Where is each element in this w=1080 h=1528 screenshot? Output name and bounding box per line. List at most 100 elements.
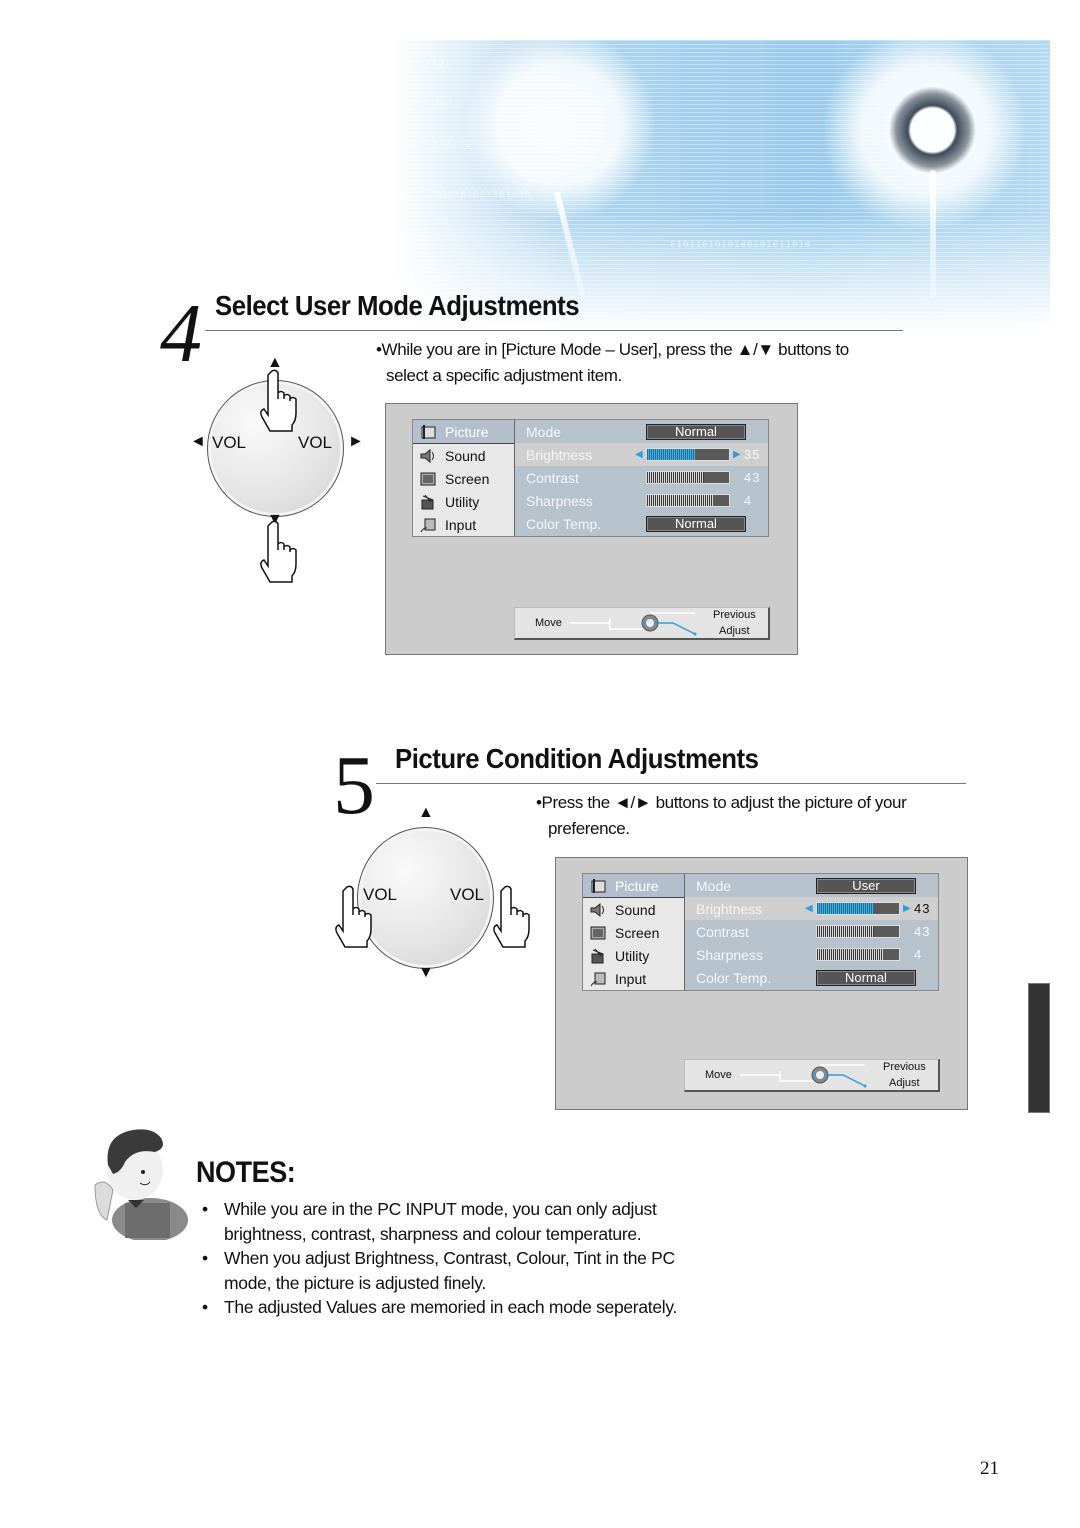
mode-value[interactable]: Normal bbox=[646, 424, 746, 440]
osd-menu-label: Picture bbox=[615, 877, 659, 894]
osd-menu-item-picture[interactable]: Picture bbox=[583, 874, 684, 898]
osd-row-mode[interactable]: Mode Normal bbox=[515, 420, 768, 443]
pointing-hand-icon bbox=[260, 520, 297, 583]
sharpness-slider[interactable] bbox=[816, 948, 900, 961]
osd-row-label: Mode bbox=[526, 423, 562, 440]
note-line: mode, the picture is adjusted finely. bbox=[224, 1272, 486, 1293]
osd-row-label: Contrast bbox=[526, 469, 579, 486]
chapter-thumb-tab bbox=[1028, 983, 1050, 1113]
osd-row-color-temp[interactable]: Color Temp. Normal bbox=[515, 512, 768, 535]
brightness-value: 35 bbox=[744, 447, 761, 462]
dandelion-stem bbox=[930, 170, 936, 300]
osd-menu-item-screen[interactable]: Screen bbox=[413, 467, 514, 490]
osd-row-label: Sharpness bbox=[526, 492, 593, 509]
note-item: • When you adjust Brightness, Contrast, … bbox=[202, 1246, 744, 1295]
osd-screen: Picture Sound Screen Utility Input Mode … bbox=[385, 403, 798, 655]
osd-row-label: Color Temp. bbox=[526, 515, 602, 532]
help-move-label: Move bbox=[535, 617, 562, 629]
osd-row-sharpness[interactable]: Sharpness 4 bbox=[685, 943, 938, 966]
osd-navigation-help: Move Previous Adjust bbox=[514, 607, 770, 640]
mode-value[interactable]: User bbox=[816, 878, 916, 894]
osd-menu-item-screen[interactable]: Screen bbox=[583, 921, 684, 944]
contrast-slider[interactable] bbox=[646, 471, 730, 484]
section-title: Select User Mode Adjustments bbox=[215, 290, 580, 321]
osd-row-label: Color Temp. bbox=[696, 969, 772, 986]
bullet: • bbox=[202, 1248, 208, 1268]
brightness-value: 43 bbox=[914, 901, 931, 916]
osd-row-brightness[interactable]: Brightness ◀ ▶ 35 bbox=[515, 443, 768, 466]
slider-right-arrow-icon[interactable]: ▶ bbox=[733, 449, 741, 460]
contrast-value: 43 bbox=[914, 924, 931, 939]
contrast-value: 43 bbox=[744, 470, 761, 485]
vol-right-label: VOL bbox=[450, 885, 485, 904]
osd-row-mode[interactable]: Mode User bbox=[685, 874, 938, 897]
color-temp-value[interactable]: Normal bbox=[646, 516, 746, 532]
contrast-slider[interactable] bbox=[816, 925, 900, 938]
sound-icon bbox=[419, 448, 437, 464]
osd-navigation-help: Move Previous Adjust bbox=[684, 1059, 940, 1092]
header-banner-image: 0101010101001010110101 10101001010111010… bbox=[250, 40, 1050, 330]
sound-icon bbox=[589, 902, 607, 918]
osd-menu-label: Sound bbox=[615, 901, 656, 918]
osd-row-color-temp[interactable]: Color Temp. Normal bbox=[685, 966, 938, 989]
osd-row-brightness[interactable]: Brightness ◀ ▶ 43 bbox=[685, 897, 938, 920]
help-previous-label: Previous bbox=[883, 1061, 926, 1073]
notes-list: • While you are in the PC INPUT mode, yo… bbox=[202, 1197, 744, 1320]
osd-menu-label: Utility bbox=[615, 947, 650, 964]
section-title: Picture Condition Adjustments bbox=[395, 743, 759, 774]
osd-menu-item-sound[interactable]: Sound bbox=[583, 898, 684, 921]
instruction-line: select a specific adjustment item. bbox=[386, 366, 622, 385]
osd-row-contrast[interactable]: Contrast 43 bbox=[515, 466, 768, 489]
down-arrow-icon: ▼ bbox=[418, 964, 434, 981]
osd-menu-item-sound[interactable]: Sound bbox=[413, 444, 514, 467]
note-line: While you are in the PC INPUT mode, you … bbox=[224, 1199, 657, 1219]
screen-icon bbox=[589, 925, 607, 941]
instruction-text: •While you are in [Picture Mode – User],… bbox=[376, 337, 849, 389]
help-move-label: Move bbox=[705, 1069, 732, 1081]
osd-menu-item-input[interactable]: Input bbox=[583, 967, 684, 990]
slider-left-arrow-icon[interactable]: ◀ bbox=[805, 903, 813, 914]
sharpness-slider[interactable] bbox=[646, 494, 730, 507]
osd-menu-label: Utility bbox=[445, 493, 480, 510]
section-divider bbox=[205, 330, 903, 331]
help-adjust-label: Adjust bbox=[719, 625, 750, 637]
osd-main-menu: Picture Sound Screen Utility Input bbox=[412, 419, 515, 537]
joystick-guide-icon bbox=[740, 1064, 867, 1088]
instruction-line: •While you are in [Picture Mode – User],… bbox=[376, 340, 849, 359]
osd-row-label: Sharpness bbox=[696, 946, 763, 963]
sharpness-value: 4 bbox=[744, 493, 753, 508]
utility-icon bbox=[419, 494, 437, 510]
slider-right-arrow-icon[interactable]: ▶ bbox=[903, 903, 911, 914]
brightness-slider[interactable] bbox=[646, 448, 730, 461]
pointing-hand-icon bbox=[260, 369, 297, 432]
pointing-hand-icon bbox=[335, 885, 372, 948]
vol-right-label: VOL bbox=[298, 433, 333, 452]
bullet: • bbox=[202, 1297, 208, 1317]
osd-menu-item-picture[interactable]: Picture bbox=[413, 420, 514, 444]
screen-icon bbox=[419, 471, 437, 487]
osd-row-contrast[interactable]: Contrast 43 bbox=[685, 920, 938, 943]
osd-menu-item-input[interactable]: Input bbox=[413, 513, 514, 536]
page-number: 21 bbox=[980, 1458, 999, 1479]
osd-menu-label: Input bbox=[615, 970, 647, 987]
picture-icon bbox=[419, 424, 437, 440]
section-divider bbox=[376, 783, 966, 784]
slider-left-arrow-icon[interactable]: ◀ bbox=[635, 449, 643, 460]
color-temp-value[interactable]: Normal bbox=[816, 970, 916, 986]
note-item: • While you are in the PC INPUT mode, yo… bbox=[202, 1197, 744, 1246]
osd-menu-item-utility[interactable]: Utility bbox=[583, 944, 684, 967]
bullet: • bbox=[202, 1199, 208, 1219]
osd-screen: Picture Sound Screen Utility Input Mode … bbox=[555, 857, 968, 1110]
remote-dial-diagram: ▲ ▼ ◄ ► VOL VOL bbox=[185, 355, 375, 585]
brightness-slider[interactable] bbox=[816, 902, 900, 915]
osd-menu-label: Input bbox=[445, 516, 477, 533]
osd-row-sharpness[interactable]: Sharpness 4 bbox=[515, 489, 768, 512]
osd-menu-item-utility[interactable]: Utility bbox=[413, 490, 514, 513]
notes-title: NOTES: bbox=[196, 1156, 296, 1189]
vol-left-label: VOL bbox=[212, 433, 247, 452]
remote-dial-diagram: ▲ ▼ VOL VOL bbox=[330, 805, 540, 985]
instruction-text: •Press the ◄/► buttons to adjust the pic… bbox=[536, 790, 907, 842]
up-arrow-icon: ▲ bbox=[418, 804, 434, 821]
osd-menu-label: Screen bbox=[445, 470, 490, 487]
utility-icon bbox=[589, 948, 607, 964]
